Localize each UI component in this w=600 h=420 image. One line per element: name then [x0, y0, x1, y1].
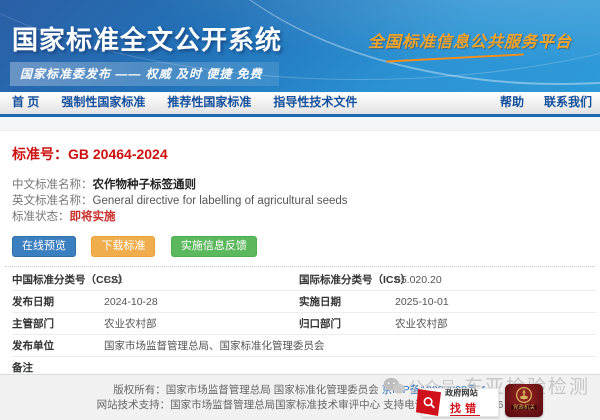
error-badge-action: 找错: [450, 403, 480, 416]
online-preview-button[interactable]: 在线预览: [12, 236, 76, 257]
nav-item-guiding-documents[interactable]: 指导性技术文件: [273, 93, 357, 110]
status-badge: 即将实施: [70, 211, 116, 223]
standard-number-line: 标准号：GB 20464-2024: [12, 144, 600, 164]
centralized-dept-value: 农业农村部: [395, 313, 596, 335]
publish-date-value: 2024-10-28: [104, 291, 299, 313]
nav-item-contact[interactable]: 联系我们: [544, 93, 592, 110]
main-navigation: 首 页 强制性国家标准 推荐性国家标准 指导性技术文件 帮助 联系我们: [0, 92, 600, 117]
nav-sub-strip: [0, 117, 600, 131]
english-name-row: 英文标准名称：General directive for labelling o…: [12, 193, 600, 209]
copyright-text: 版权所有：国家市场监督管理总局 国家标准化管理委员会: [113, 384, 378, 396]
nav-item-recommended-standards[interactable]: 推荐性国家标准: [167, 93, 251, 110]
nav-item-mandatory-standards[interactable]: 强制性国家标准: [61, 93, 145, 110]
standard-detail-panel: 标准号：GB 20464-2024 中文标准名称：农作物种子标签通则 英文标准名…: [0, 144, 600, 387]
platform-name-block: 全国标准信息公共服务平台: [368, 28, 572, 59]
nav-right-group: 帮助 联系我们: [480, 93, 592, 110]
ccs-value: B21: [104, 269, 299, 291]
standard-detail-table: 中国标准分类号（CCS） B21 国际标准分类号（ICS） 65.020.20 …: [12, 269, 596, 379]
dotted-separator: [5, 266, 595, 267]
centralized-dept-label: 归口部门: [299, 313, 395, 335]
competent-dept-value: 农业农村部: [104, 313, 299, 335]
status-label: 标准状态：: [12, 211, 70, 223]
standard-number-value: GB 20464-2024: [68, 146, 168, 162]
site-title: 国家标准全文公开系统: [12, 20, 282, 57]
status-row: 标准状态：即将实施: [12, 209, 600, 225]
chinese-name-value: 农作物种子标签通则: [93, 179, 197, 191]
chinese-name-label: 中文标准名称：: [12, 179, 93, 191]
header-slogan: 国家标准委发布 —— 权威 及时 便捷 免费: [10, 62, 279, 86]
chinese-name-row: 中文标准名称：农作物种子标签通则: [12, 177, 600, 193]
magnifier-icon: [421, 395, 437, 411]
nav-item-help[interactable]: 帮助: [500, 93, 524, 110]
ics-value: 65.020.20: [395, 269, 596, 291]
standard-number-label: 标准号：: [12, 146, 68, 162]
error-report-ribbon: [416, 389, 441, 416]
nav-item-home[interactable]: 首 页: [12, 93, 39, 110]
english-name-value: General directive for labelling of agric…: [93, 195, 348, 207]
ccs-label: 中国标准分类号（CCS）: [12, 269, 104, 291]
publisher-label: 发布单位: [12, 335, 104, 357]
publisher-value: 国家市场监督管理总局、国家标准化管理委员会: [104, 335, 596, 357]
download-standard-button[interactable]: 下载标准: [91, 236, 155, 257]
platform-name: 全国标准信息公共服务平台: [368, 28, 572, 52]
implementation-feedback-button[interactable]: 实施信息反馈: [171, 236, 257, 257]
action-buttons: 在线预览 下载标准 实施信息反馈: [12, 236, 600, 257]
implement-date-label: 实施日期: [299, 291, 395, 313]
english-name-label: 英文标准名称：: [12, 195, 93, 207]
agency-badge-label: 党政机关: [511, 405, 536, 410]
ics-label: 国际标准分类号（ICS）: [299, 269, 395, 291]
government-agency-badge[interactable]: 党政机关: [505, 384, 543, 417]
implement-date-value: 2025-10-01: [395, 291, 596, 313]
agency-emblem-icon: [515, 386, 533, 404]
header-banner: 国家标准全文公开系统 全国标准信息公共服务平台 国家标准委发布 —— 权威 及时…: [0, 0, 600, 92]
error-badge-title: 政府网站: [445, 389, 478, 398]
gov-site-error-report-badge[interactable]: 政府网站 找错: [422, 388, 499, 417]
error-badge-texts: 政府网站 找错: [445, 388, 485, 417]
standard-name-fields: 中文标准名称：农作物种子标签通则 英文标准名称：General directiv…: [12, 177, 600, 225]
publish-date-label: 发布日期: [12, 291, 104, 313]
competent-dept-label: 主管部门: [12, 313, 104, 335]
